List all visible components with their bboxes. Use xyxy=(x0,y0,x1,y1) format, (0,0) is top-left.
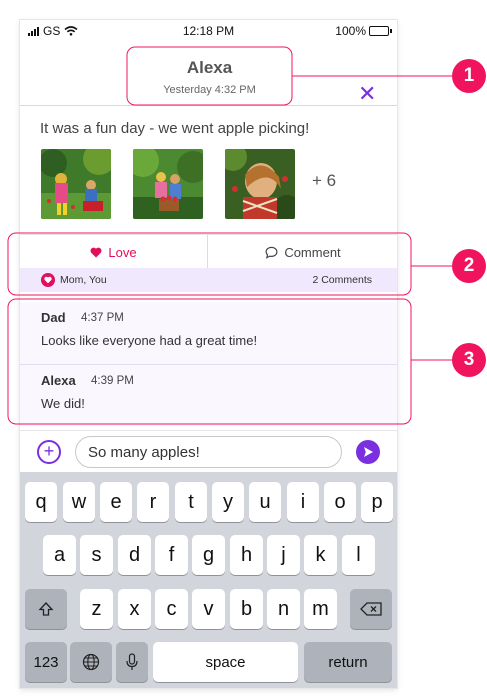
backspace-key[interactable] xyxy=(350,589,392,629)
shift-icon xyxy=(38,602,54,616)
comment-button[interactable]: Comment xyxy=(209,235,397,269)
keyboard: q w e r t y u i o p a s d f g h j k l z … xyxy=(20,472,397,688)
comment-time: 4:37 PM xyxy=(81,312,124,324)
comments-count[interactable]: 2 Comments xyxy=(312,274,372,286)
comment-text: Looks like everyone had a great time! xyxy=(41,333,258,348)
key-g[interactable]: g xyxy=(192,535,225,575)
key-f[interactable]: f xyxy=(155,535,188,575)
love-label: Love xyxy=(108,244,137,260)
key-j[interactable]: j xyxy=(267,535,300,575)
key-i[interactable]: i xyxy=(287,482,319,522)
callout-badge-3: 3 xyxy=(463,349,475,370)
love-button[interactable]: Love xyxy=(20,235,208,269)
key-d[interactable]: d xyxy=(118,535,151,575)
return-key[interactable]: return xyxy=(304,642,392,682)
key-s[interactable]: s xyxy=(80,535,113,575)
key-r[interactable]: r xyxy=(137,482,169,522)
phone-screen: GS 12:18 PM 100% Alexa Yesterday 4:32 PM… xyxy=(20,20,397,688)
numbers-key[interactable]: 123 xyxy=(25,642,67,682)
heart-icon xyxy=(90,247,102,257)
key-m[interactable]: m xyxy=(304,589,337,629)
globe-icon xyxy=(82,653,100,671)
key-x[interactable]: x xyxy=(118,589,151,629)
comments-list: Dad 4:37 PM Looks like everyone had a gr… xyxy=(20,302,397,426)
comment-author: Dad xyxy=(41,310,66,325)
page-title: Alexa xyxy=(186,58,233,77)
key-u[interactable]: u xyxy=(249,482,281,522)
microphone-icon xyxy=(126,653,138,670)
key-c[interactable]: c xyxy=(155,589,188,629)
post-header: Alexa Yesterday 4:32 PM ✕ xyxy=(20,42,397,106)
post-actions: Love Comment xyxy=(20,234,397,269)
heart-badge-icon xyxy=(41,273,55,287)
callout-badge-2: 2 xyxy=(463,255,475,276)
comment-author: Alexa xyxy=(41,373,76,388)
send-arrow-icon xyxy=(364,447,373,457)
message-input[interactable] xyxy=(75,436,342,468)
shift-key[interactable] xyxy=(25,589,67,629)
apple-picking-photo-1[interactable] xyxy=(41,149,111,219)
key-v[interactable]: v xyxy=(192,589,225,629)
more-photos-count[interactable]: + 6 xyxy=(312,171,336,191)
message-composer: + xyxy=(20,430,397,472)
battery-icon xyxy=(369,26,392,36)
key-y[interactable]: y xyxy=(212,482,244,522)
key-a[interactable]: a xyxy=(43,535,76,575)
key-e[interactable]: e xyxy=(100,482,132,522)
key-n[interactable]: n xyxy=(267,589,300,629)
comment-time: 4:39 PM xyxy=(91,375,134,387)
comment-label: Comment xyxy=(284,244,341,260)
backspace-icon xyxy=(360,602,382,616)
apple-picking-photo-3[interactable] xyxy=(225,149,295,219)
post-timestamp: Yesterday 4:32 PM xyxy=(163,84,256,96)
title-block: Alexa Yesterday 4:32 PM xyxy=(127,47,292,105)
post-text: It was a fun day - we went apple picking… xyxy=(40,120,310,137)
space-key[interactable]: space xyxy=(153,642,298,682)
add-attachment-button[interactable]: + xyxy=(37,440,61,464)
apple-picking-photo-2[interactable] xyxy=(133,149,203,219)
key-k[interactable]: k xyxy=(304,535,337,575)
key-p[interactable]: p xyxy=(361,482,393,522)
key-b[interactable]: b xyxy=(230,589,263,629)
dictation-key[interactable] xyxy=(116,642,148,682)
key-z[interactable]: z xyxy=(80,589,113,629)
key-o[interactable]: o xyxy=(324,482,356,522)
comment-item: Dad 4:37 PM Looks like everyone had a gr… xyxy=(20,302,397,364)
status-bar: GS 12:18 PM 100% xyxy=(20,20,397,42)
key-t[interactable]: t xyxy=(175,482,207,522)
globe-key[interactable] xyxy=(70,642,112,682)
callout-badge-1: 1 xyxy=(463,65,475,86)
send-button[interactable] xyxy=(356,440,380,464)
key-l[interactable]: l xyxy=(342,535,375,575)
comment-text: We did! xyxy=(41,396,85,411)
key-q[interactable]: q xyxy=(25,482,57,522)
battery-percent: 100% xyxy=(335,24,366,38)
close-icon[interactable]: ✕ xyxy=(358,83,376,105)
reactions-summary: Mom, You 2 Comments xyxy=(20,268,397,292)
key-h[interactable]: h xyxy=(230,535,263,575)
comment-item: Alexa 4:39 PM We did! xyxy=(20,364,397,426)
reaction-names[interactable]: Mom, You xyxy=(60,274,107,286)
speech-bubble-icon xyxy=(265,246,278,259)
plus-icon: + xyxy=(43,441,55,461)
key-w[interactable]: w xyxy=(63,482,95,522)
